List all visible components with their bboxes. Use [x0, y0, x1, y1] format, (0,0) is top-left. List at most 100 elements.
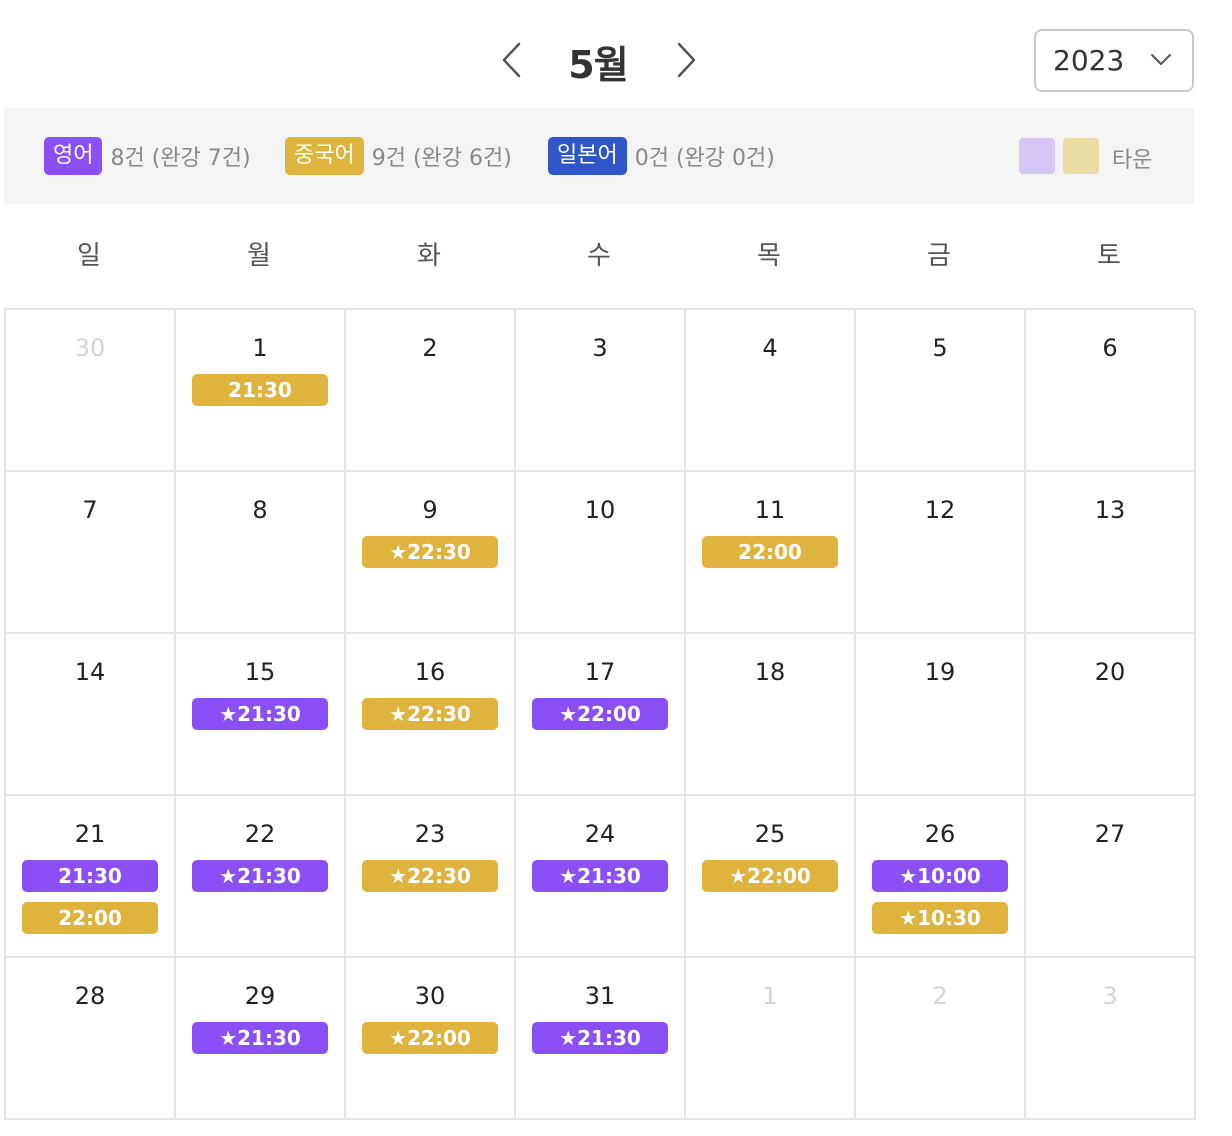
- date-number: 10: [584, 496, 616, 524]
- date-number: 14: [74, 658, 106, 686]
- town-label: 타운: [1112, 148, 1153, 173]
- event-chinese[interactable]: 21:30: [192, 374, 328, 406]
- day-cell[interactable]: 22 ★21:30: [176, 796, 346, 958]
- calendar-header: 5월 2023: [0, 0, 1232, 108]
- day-cell[interactable]: 30: [6, 310, 176, 472]
- event-chinese[interactable]: ★22:00: [702, 860, 838, 892]
- day-cell[interactable]: 6: [1026, 310, 1196, 472]
- date-number: 30: [414, 982, 446, 1010]
- day-cell[interactable]: 24 ★21:30: [516, 796, 686, 958]
- date-number: 16: [414, 658, 446, 686]
- next-month-button[interactable]: [666, 40, 706, 80]
- day-cell[interactable]: 25 ★22:00: [686, 796, 856, 958]
- chevron-down-icon: [1151, 54, 1171, 65]
- legend-bar: 영어 8건 (완강 7건) 중국어 9건 (완강 6건) 일본어 0건 (완강 …: [4, 108, 1194, 204]
- day-cell[interactable]: 4: [686, 310, 856, 472]
- day-cell[interactable]: 14: [6, 634, 176, 796]
- day-cell[interactable]: 10: [516, 472, 686, 634]
- event-english[interactable]: ★21:30: [192, 1022, 328, 1054]
- day-cell[interactable]: 27: [1026, 796, 1196, 958]
- day-cell[interactable]: 3: [516, 310, 686, 472]
- event-list: ★10:00 ★10:30: [872, 860, 1008, 934]
- date-number: 13: [1094, 496, 1126, 524]
- legend-english: 영어 8건 (완강 7건): [44, 137, 251, 175]
- date-number: 5: [932, 334, 948, 362]
- prev-month-button[interactable]: [492, 40, 532, 80]
- day-cell[interactable]: 31 ★21:30: [516, 958, 686, 1120]
- year-select[interactable]: 2023: [1034, 29, 1194, 92]
- event-list: ★21:30: [192, 1022, 328, 1054]
- event-list: 22:00: [702, 536, 838, 568]
- date-number: 12: [924, 496, 956, 524]
- day-cell[interactable]: 12: [856, 472, 1026, 634]
- day-cell[interactable]: 23 ★22:30: [346, 796, 516, 958]
- event-list: ★22:30: [362, 860, 498, 892]
- event-english[interactable]: ★21:30: [192, 860, 328, 892]
- event-list: ★21:30: [532, 860, 668, 892]
- day-cell[interactable]: 30 ★22:00: [346, 958, 516, 1120]
- date-number: 15: [244, 658, 276, 686]
- weekday-label: 금: [927, 241, 951, 271]
- event-chinese[interactable]: 22:00: [702, 536, 838, 568]
- day-cell[interactable]: 2: [856, 958, 1026, 1120]
- day-cell[interactable]: 1 21:30: [176, 310, 346, 472]
- event-english[interactable]: ★21:30: [192, 698, 328, 730]
- date-number: 2: [932, 982, 948, 1010]
- date-number: 29: [244, 982, 276, 1010]
- event-english[interactable]: 21:30: [22, 860, 158, 892]
- day-cell[interactable]: 21 21:30 22:00: [6, 796, 176, 958]
- event-list: ★22:30: [362, 536, 498, 568]
- day-cell[interactable]: 13: [1026, 472, 1196, 634]
- day-cell[interactable]: 2: [346, 310, 516, 472]
- date-number: 6: [1102, 334, 1118, 362]
- date-number: 9: [422, 496, 438, 524]
- event-english[interactable]: ★21:30: [532, 860, 668, 892]
- event-chinese[interactable]: 22:00: [22, 902, 158, 934]
- date-number: 17: [584, 658, 616, 686]
- day-cell[interactable]: 18: [686, 634, 856, 796]
- date-number: 21: [74, 820, 106, 848]
- date-number: 1: [252, 334, 268, 362]
- day-cell[interactable]: 7: [6, 472, 176, 634]
- day-cell[interactable]: 1: [686, 958, 856, 1120]
- legend-chinese: 중국어 9건 (완강 6건): [285, 137, 512, 175]
- date-number: 30: [74, 334, 106, 362]
- date-number: 27: [1094, 820, 1126, 848]
- event-chinese[interactable]: ★22:30: [362, 698, 498, 730]
- japanese-count: 0건 (완강 0건): [634, 146, 775, 171]
- event-english[interactable]: ★21:30: [532, 1022, 668, 1054]
- date-number: 3: [1102, 982, 1118, 1010]
- day-cell[interactable]: 17 ★22:00: [516, 634, 686, 796]
- day-cell[interactable]: 20: [1026, 634, 1196, 796]
- day-cell[interactable]: 19: [856, 634, 1026, 796]
- day-cell[interactable]: 9 ★22:30: [346, 472, 516, 634]
- event-list: ★21:30: [192, 860, 328, 892]
- day-cell[interactable]: 29 ★21:30: [176, 958, 346, 1120]
- event-english[interactable]: ★10:00: [872, 860, 1008, 892]
- day-cell[interactable]: 5: [856, 310, 1026, 472]
- legend-japanese: 일본어 0건 (완강 0건): [548, 137, 775, 175]
- day-cell[interactable]: 28: [6, 958, 176, 1120]
- event-list: 21:30: [192, 374, 328, 406]
- day-cell[interactable]: 11 22:00: [686, 472, 856, 634]
- date-number: 31: [584, 982, 616, 1010]
- day-cell[interactable]: 15 ★21:30: [176, 634, 346, 796]
- day-cell[interactable]: 26 ★10:00 ★10:30: [856, 796, 1026, 958]
- event-chinese[interactable]: ★10:30: [872, 902, 1008, 934]
- event-english[interactable]: ★22:00: [532, 698, 668, 730]
- calendar-grid: 30 1 21:30 2 3 4 5 6 7 8 9 ★22:30 10 11 22:00 12 13 14 15 ★…: [4, 308, 1196, 1120]
- date-number: 20: [1094, 658, 1126, 686]
- day-cell[interactable]: 8: [176, 472, 346, 634]
- date-number: 19: [924, 658, 956, 686]
- date-number: 2: [422, 334, 438, 362]
- day-cell[interactable]: 16 ★22:30: [346, 634, 516, 796]
- event-chinese[interactable]: ★22:30: [362, 860, 498, 892]
- event-chinese[interactable]: ★22:30: [362, 536, 498, 568]
- event-chinese[interactable]: ★22:00: [362, 1022, 498, 1054]
- day-cell[interactable]: 3: [1026, 958, 1196, 1120]
- weekday-label: 화: [417, 241, 441, 271]
- date-number: 18: [754, 658, 786, 686]
- date-number: 22: [244, 820, 276, 848]
- date-number: 24: [584, 820, 616, 848]
- weekday-label: 일: [77, 241, 101, 271]
